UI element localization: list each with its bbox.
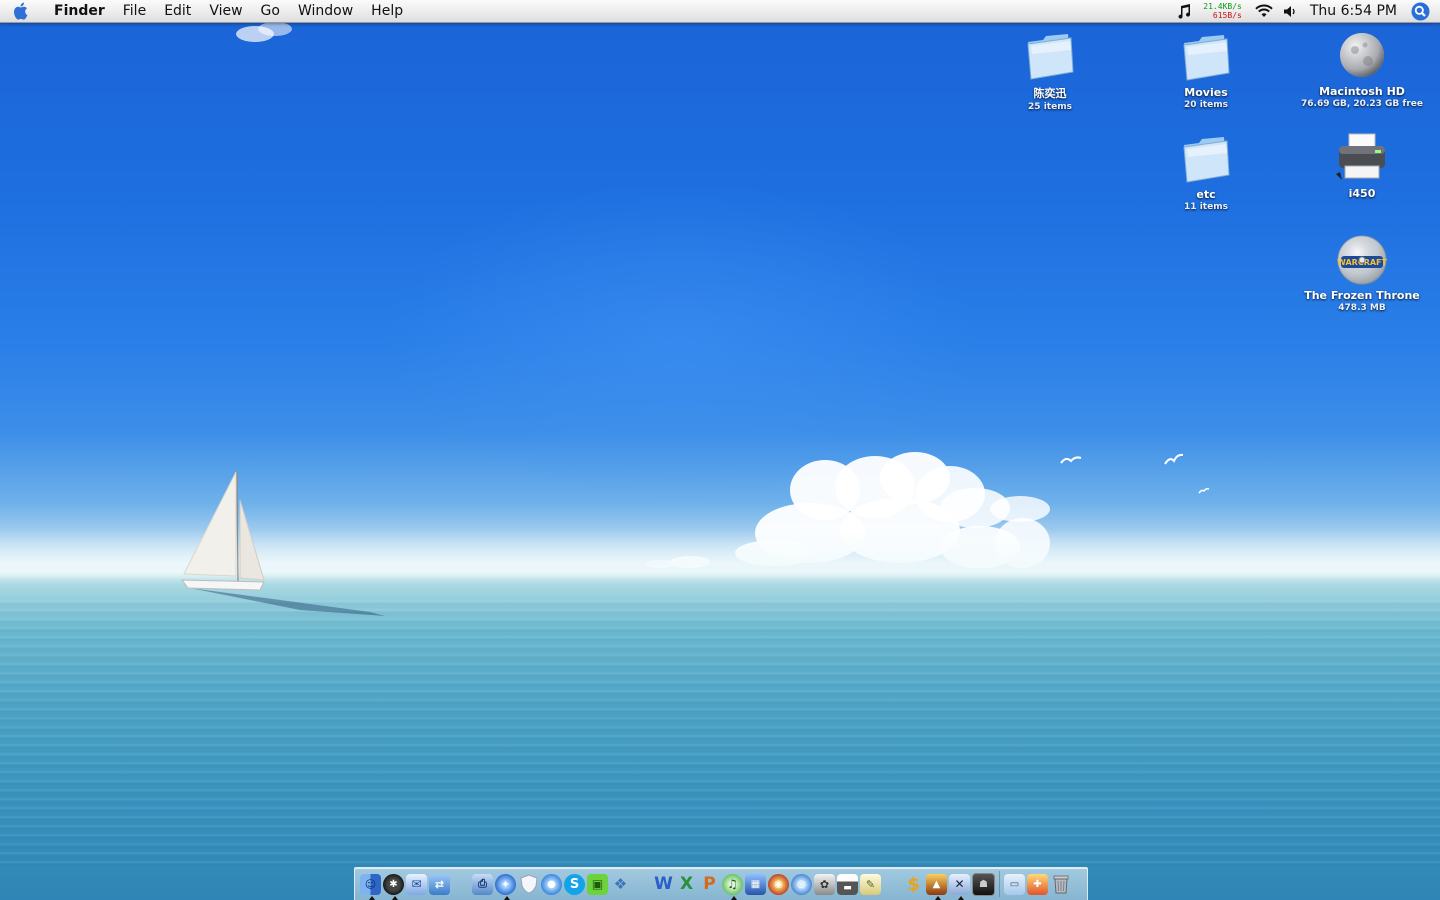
menu-go[interactable]: Go (252, 0, 289, 22)
mail-icon[interactable]: ✉ (406, 873, 427, 895)
running-indicator (368, 895, 375, 900)
spotlight-icon[interactable] (1409, 0, 1431, 22)
running-indicator (391, 895, 398, 900)
utility-icon[interactable]: ◎ (791, 873, 812, 895)
desktop-icon-printer-i450[interactable]: i450 (1297, 132, 1427, 200)
powerpoint-icon[interactable]: P (699, 874, 720, 895)
itunes-icon[interactable]: ♫ (722, 873, 743, 900)
desktop-icon-folder-movies[interactable]: Movies 20 items (1141, 31, 1271, 111)
dashboard-icon[interactable]: ✱ (383, 873, 404, 900)
excel-icon[interactable]: X (676, 874, 697, 895)
iphoto-icon[interactable]: ▦ (745, 873, 766, 895)
dock-separator (999, 871, 1000, 897)
running-indicator (957, 895, 964, 900)
word-icon[interactable]: W (653, 874, 674, 895)
finder-icon[interactable]: ☺ (360, 873, 381, 900)
icon-label: Movies (1184, 86, 1228, 99)
icon-info: 11 items (1184, 202, 1228, 212)
icon-info: 76.69 GB, 20.23 GB free (1301, 99, 1423, 109)
dock: ☺ ✱ ✉ ⇄ ⎙ ✦ ● S ▣ ❖ W X P ♫ ▦ ◉ ◎ ✿ ▬ ✎ … (354, 867, 1088, 900)
printer-icon (1336, 133, 1385, 180)
seagull-2 (1164, 453, 1184, 465)
seagull-3 (1198, 488, 1210, 494)
running-indicator (730, 895, 737, 900)
volume-icon[interactable] (1278, 0, 1302, 22)
itunes-note-icon[interactable] (1171, 0, 1197, 22)
menu-app-finder[interactable]: Finder (44, 0, 114, 22)
network-icon[interactable]: ⇄ (429, 873, 450, 895)
icon-info: 20 items (1184, 100, 1228, 110)
maze-icon[interactable]: ▣ (587, 873, 608, 895)
desktop-icon-macintosh-hd[interactable]: Macintosh HD 76.69 GB, 20.23 GB free (1297, 30, 1427, 110)
script-editor-icon[interactable]: ✎ (860, 873, 881, 895)
desktop-icon-folder-etc[interactable]: etc 11 items (1141, 133, 1271, 213)
hard-disk-icon (1340, 33, 1384, 77)
menu-clock[interactable]: Thu 6:54 PM (1302, 0, 1409, 22)
desktop-icon-folder-chenyixun[interactable]: 陈奕迅 25 items (985, 30, 1115, 113)
menu-edit[interactable]: Edit (155, 0, 200, 22)
icon-info: 25 items (1028, 102, 1072, 112)
icon-label: The Frozen Throne (1304, 289, 1420, 302)
wifi-icon[interactable] (1250, 0, 1278, 22)
photo-booth-icon[interactable]: ◉ (768, 873, 789, 895)
trash-icon[interactable] (1050, 874, 1071, 895)
menu-window[interactable]: Window (289, 0, 362, 22)
dollar-icon[interactable]: $ (903, 874, 924, 895)
running-indicator (934, 895, 941, 900)
folder-icon (1027, 34, 1074, 80)
upload-rate: 21.4KB/s (1203, 2, 1242, 11)
safari-icon[interactable]: ✦ (495, 873, 516, 900)
desktop-icon-frozen-throne-cd[interactable]: WARCRAFT The Frozen Throne 478.3 MB (1297, 234, 1427, 314)
seagull-1 (1060, 456, 1082, 464)
icon-info: 478.3 MB (1338, 303, 1386, 313)
calendar-icon[interactable]: ▬ (837, 873, 858, 895)
icon-label: etc (1196, 188, 1216, 201)
shield-icon[interactable] (518, 874, 539, 895)
icon-label: Macintosh HD (1319, 85, 1405, 98)
menu-file[interactable]: File (114, 0, 155, 22)
running-indicator (503, 895, 510, 900)
pictures-folder-icon[interactable]: ✚ (1027, 873, 1048, 895)
cd-icon: WARCRAFT (1337, 235, 1388, 285)
ichat-icon[interactable]: ● (541, 873, 562, 895)
apple-menu-icon[interactable] (0, 0, 44, 22)
icon-label: 陈奕迅 (1033, 87, 1067, 100)
game-icon[interactable]: ▲ (926, 873, 947, 900)
sailboat (180, 471, 385, 616)
terminal-icon[interactable]: ☗ (972, 872, 995, 896)
skype-icon[interactable]: S (564, 873, 585, 895)
water-ripples (0, 600, 1440, 866)
top-cloud (228, 22, 308, 44)
preview-icon[interactable]: ⎙ (472, 873, 493, 895)
menu-view[interactable]: View (200, 0, 251, 22)
tools-icon[interactable]: ✕ (949, 873, 970, 900)
menu-bar: Finder File Edit View Go Window Help 21.… (0, 0, 1440, 23)
icon-label: i450 (1348, 187, 1376, 200)
photos-icon[interactable]: ✿ (814, 873, 835, 895)
applications-folder-icon[interactable]: ▭ (1004, 873, 1025, 895)
network-monitor[interactable]: 21.4KB/s 615B/s (1197, 2, 1250, 20)
menu-help[interactable]: Help (362, 0, 412, 22)
kite-icon[interactable]: ❖ (610, 874, 631, 895)
folder-icon (1183, 35, 1230, 81)
download-rate: 615B/s (1212, 11, 1242, 20)
folder-icon (1183, 137, 1230, 183)
dock-apps: ☺ ✱ ✉ ⇄ ⎙ ✦ ● S ▣ ❖ W X P ♫ ▦ ◉ ◎ ✿ ▬ ✎ … (359, 871, 1072, 900)
